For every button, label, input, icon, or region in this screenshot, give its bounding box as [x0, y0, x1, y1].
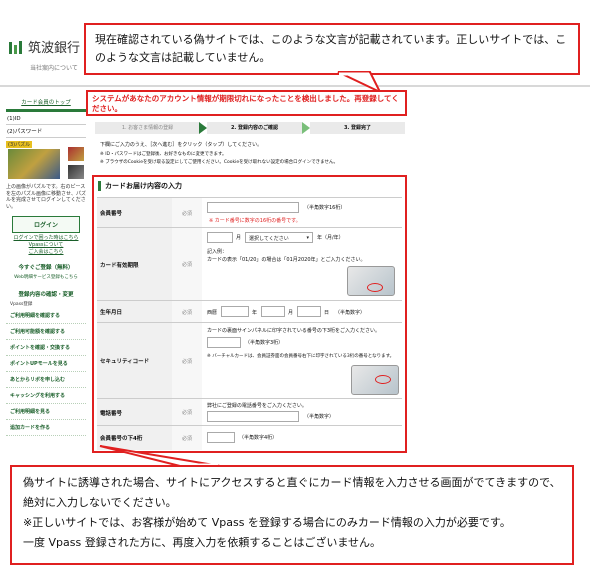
bank-logo[interactable]: 筑波銀行 当社案内について [8, 34, 88, 84]
sidebar: カード会員のトップ (1)ID (2)パスワード (3)パズル 上の画像がパズル… [6, 98, 86, 436]
expiry-month-unit: 月 [236, 235, 242, 241]
row-birthdate: 生年月日 必須 西暦 年 月 日 （半角数字） [97, 300, 402, 323]
birth-hint: （半角数字） [335, 310, 366, 316]
required-badge: 必須 [172, 323, 202, 399]
chevron-down-icon: ▾ [306, 235, 309, 241]
vpass-about-link[interactable]: Vpassについて [6, 242, 86, 249]
warning-callout-bottom-line-1: 偽サイトに誘導された場合、サイトにアクセスすると直ぐにカード情報を入力させる画面… [23, 476, 561, 509]
birth-month-input[interactable] [261, 306, 285, 317]
birth-year-input[interactable] [221, 306, 249, 317]
sidebar-top-link[interactable]: カード会員のトップ [6, 98, 86, 106]
expiry-year-select[interactable]: 選択してください ▾ [245, 232, 313, 243]
step-2: 2. 登録内容のご確認 [207, 122, 302, 134]
expiry-example-text: カードの表示「01/20」の場合は「01月2020年」とご入力ください。 [207, 257, 366, 263]
warning-callout-top: 現在確認されている偽サイトでは、このような文言が記載されています。正しいサイトで… [84, 23, 580, 75]
security-code-note: ※ バーチャルカードは、会員証券面の会員番号右下に印字されている3桁の番号となり… [207, 354, 395, 359]
bank-name: 筑波銀行 [28, 41, 81, 56]
menu-sub: Vpass登録 [10, 302, 33, 307]
birth-day-input[interactable] [297, 306, 321, 317]
bank-logo-icon [9, 41, 22, 54]
warning-callout-bottom: 偽サイトに誘導された場合、サイトにアクセスすると直ぐにカード情報を入力させる画面… [10, 465, 574, 565]
security-code-hint: （半角数字3桁） [245, 340, 284, 346]
progress-steps: 1. お客さま情報の登録 2. 登録内容のご確認 3. 登録完了 [95, 122, 405, 134]
form-title: カードお届け内容の入力 [98, 181, 182, 191]
row-member-number: 会員番号 必須 （半角数字16桁） ※ カード番号に数字の16桁の番号です。 [97, 197, 402, 228]
member-number-hint: （半角数字16桁） [304, 205, 346, 211]
security-code-instruction: カードの裏面サインパネルに印字されている番号の下3桁をご入力ください。 [207, 328, 381, 334]
puzzle-piece[interactable] [68, 147, 84, 161]
menu-item-available[interactable]: ご利用可能額を確認する [6, 324, 86, 340]
register-sub-link[interactable]: Web明細サービス登録もこちら [6, 274, 86, 281]
member-last4-hint: （半角数字4桁） [239, 435, 278, 441]
label-expiry: カード有効期限 [97, 228, 172, 301]
puzzle-piece-2[interactable] [68, 165, 84, 179]
label-member-number: 会員番号 [97, 198, 172, 228]
warning-callout-bottom-line-2: ※正しいサイトでは、お客様が始めて Vpass を登録する場合にのみカード情報の… [23, 516, 511, 529]
menu-title: 登録内容の確認・変更 [18, 292, 74, 298]
row-expiry: カード有効期限 必須 月 選択してください ▾ 年（月/年） 記入例： カードの… [97, 227, 402, 301]
join-link[interactable]: ご入会はこちら [6, 249, 86, 256]
register-button[interactable]: 今すぐご登録（無料） [6, 260, 86, 274]
security-code-input[interactable] [207, 337, 241, 348]
login-button[interactable]: ログイン [12, 216, 80, 233]
phone-input[interactable] [207, 411, 299, 422]
birth-year-unit: 年 [252, 310, 258, 316]
warning-callout-top-text: 現在確認されている偽サイトでは、このような文言が記載されています。正しいサイトで… [95, 33, 567, 64]
id-label: (1)ID [6, 114, 86, 125]
member-last4-input[interactable] [207, 432, 235, 443]
menu-item-points[interactable]: ポイントを確認・交換する [6, 340, 86, 356]
step-arrow-icon [302, 122, 310, 134]
birth-era: 西暦 [207, 310, 218, 316]
step-3: 3. 登録完了 [310, 122, 405, 134]
header-divider [0, 85, 590, 87]
warning-callout-bottom-line-3: 一度 Vpass 登録された方に、再度入力を依頼することはございません。 [23, 536, 382, 549]
instruction-line-3: ※ ブラウザのCookieを受け取る設定にしてご使用ください。Cookieを受け… [100, 160, 338, 165]
step-1: 1. お客さま情報の登録 [95, 122, 200, 134]
birth-day-unit: 日 [324, 310, 330, 316]
required-badge: 必須 [172, 198, 202, 228]
row-phone: 電話番号 必須 弊社にご登録の電話番号をご入力ください。 （半角数字） [97, 398, 402, 426]
card-form: カードお届け内容の入力 会員番号 必須 （半角数字16桁） ※ カード番号に数字… [92, 175, 407, 453]
label-birthdate: 生年月日 [97, 301, 172, 323]
menu-item-mall[interactable]: ポイントUPモールを見る [6, 356, 86, 372]
menu-item-view-statement[interactable]: ご利用明細を見る [6, 404, 86, 420]
expiry-month-input[interactable] [207, 232, 233, 243]
puzzle-description: 上の画像がパズルです。右のピースを左のパズル画像に移動させ、パズルを完成させてロ… [6, 184, 87, 210]
menu-item-cashing[interactable]: キャッシングを利用する [6, 388, 86, 404]
required-badge: 必須 [172, 301, 202, 323]
sidebar-divider [6, 109, 86, 112]
instruction-line-2: ※ ID・パスワードはご登録後、お好きなものに変更できます。 [100, 152, 227, 157]
label-phone: 電話番号 [97, 399, 172, 426]
expiry-year-unit: 年（月/年） [317, 235, 344, 241]
card-highlight-icon [375, 375, 391, 384]
birth-month-unit: 月 [288, 310, 294, 316]
bank-subtitle[interactable]: 当社案内について [30, 63, 78, 72]
expiry-example-title: 記入例： [207, 249, 228, 255]
menu-item-add-card[interactable]: 追加カードを作る [6, 420, 86, 436]
required-badge: 必須 [172, 228, 202, 301]
menu-item-revolving[interactable]: あとからリボを申し込む [6, 372, 86, 388]
row-security-code: セキュリティコード 必須 カードの裏面サインパネルに印字されている番号の下3桁を… [97, 322, 402, 399]
puzzle-area: (3)パズル [6, 141, 86, 181]
member-number-input[interactable] [207, 202, 299, 213]
member-number-note: ※ カード番号に数字の16桁の番号です。 [209, 218, 301, 224]
phishing-alert-text: システムがあなたのアカウント情報が期限切れになったことを検出しました。再登録して… [86, 90, 407, 116]
phone-hint: （半角数字） [304, 414, 335, 420]
phone-instruction: 弊社にご登録の電話番号をご入力ください。 [207, 403, 307, 409]
puzzle-image[interactable] [8, 149, 60, 179]
card-highlight-icon [367, 283, 383, 292]
login-help-link[interactable]: ログインで困った時はこちら [6, 235, 86, 242]
expiry-year-select-text: 選択してください [249, 236, 289, 242]
instruction-line-1: 下欄にご入力のうえ、［次へ進む］をクリック（タップ）してください。 [100, 142, 263, 148]
step-arrow-icon [199, 122, 207, 134]
password-label: (2)パスワード [6, 125, 86, 138]
label-security-code: セキュリティコード [97, 323, 172, 399]
puzzle-label: (3)パズル [6, 141, 33, 148]
menu-item-statement[interactable]: ご利用明細を確認する [6, 308, 86, 324]
required-badge: 必須 [172, 399, 202, 426]
